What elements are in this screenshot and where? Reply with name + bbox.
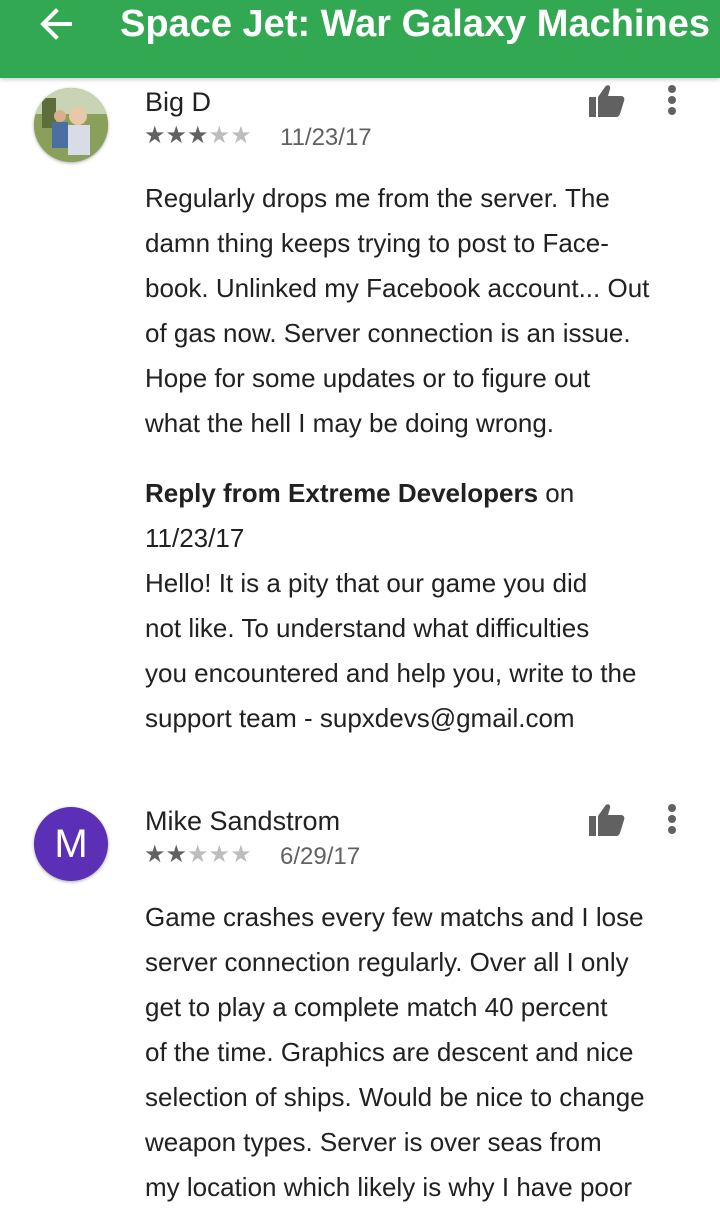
more-vert-icon[interactable] <box>660 803 684 837</box>
review-text-line: of gas now. Server connection is an issu… <box>145 318 631 348</box>
review-date: 6/29/17 <box>280 843 361 870</box>
review-text-line: what the hell I may be doing wrong. <box>145 408 555 438</box>
star-filled-icon: ★ <box>187 122 209 149</box>
review-text-line: Regularly drops me from the server. The <box>145 183 610 213</box>
reply-text-line: Hello! It is a pity that our game you di… <box>145 568 588 598</box>
reply-from-label: Reply from Extreme Developers <box>145 478 539 508</box>
thumbs-up-icon[interactable] <box>588 803 626 837</box>
arrow-left-icon[interactable] <box>36 4 76 44</box>
star-filled-icon: ★ <box>144 841 166 868</box>
reply-date: 11/23/17 <box>145 523 245 553</box>
star-empty-icon: ★ <box>230 122 252 149</box>
star-empty-icon: ★ <box>208 122 231 149</box>
page-title: Space Jet: War Galaxy Machines <box>120 3 710 45</box>
avatar[interactable]: M <box>34 807 108 881</box>
review-text: Game crashes every few matchs and I lose… <box>145 895 690 1210</box>
review-text-line: weapon types. Server is over seas from <box>145 1127 602 1157</box>
more-vert-icon[interactable] <box>660 84 684 118</box>
review-text-line: Hope for some updates or to figure out <box>145 363 591 393</box>
review-author: Mike Sandstrom <box>145 806 341 836</box>
reply-text-line: support team - supxdevs@gmail.com <box>145 703 575 733</box>
avatar-photo-icon <box>34 88 108 162</box>
star-filled-icon: ★ <box>165 122 188 149</box>
star-empty-icon: ★ <box>187 841 209 868</box>
review-text-line: my location which likely is why I have p… <box>145 1172 632 1202</box>
avatar[interactable] <box>34 88 108 162</box>
review-text: Regularly drops me from the server. The … <box>145 176 690 446</box>
review-text-line: server connection regularly. Over all I … <box>145 947 629 977</box>
developer-reply: Reply from Extreme Developers on 11/23/1… <box>145 471 690 741</box>
star-filled-icon: ★ <box>144 122 166 149</box>
reply-text-line: you encountered and help you, write to t… <box>145 658 637 688</box>
star-rating: ★★★★★ <box>144 124 252 148</box>
review-text-line: Game crashes every few matchs and I lose <box>145 902 644 932</box>
reply-header: Reply from Extreme Developers on <box>145 471 690 516</box>
thumbs-up-icon[interactable] <box>588 84 626 118</box>
review-date: 11/23/17 <box>280 124 372 151</box>
review-text-line: selection of ships. Would be nice to cha… <box>145 1082 645 1112</box>
app-bar: Space Jet: War Galaxy Machines <box>0 0 720 78</box>
review-text-line: get to play a complete match 40 percent <box>145 992 608 1022</box>
review-author: Big D <box>145 87 212 117</box>
star-rating: ★★★★★ <box>144 843 252 867</box>
review-text-line: book. Unlinked my Facebook account... Ou… <box>145 273 650 303</box>
star-empty-icon: ★ <box>208 841 231 868</box>
star-empty-icon: ★ <box>230 841 252 868</box>
review-text-line: damn thing keeps trying to post to Face- <box>145 228 609 258</box>
reply-text-line: not like. To understand what difficultie… <box>145 613 590 643</box>
star-filled-icon: ★ <box>165 841 188 868</box>
reply-on-word: on <box>545 478 575 508</box>
review-text-line: of the time. Graphics are descent and ni… <box>145 1037 634 1067</box>
